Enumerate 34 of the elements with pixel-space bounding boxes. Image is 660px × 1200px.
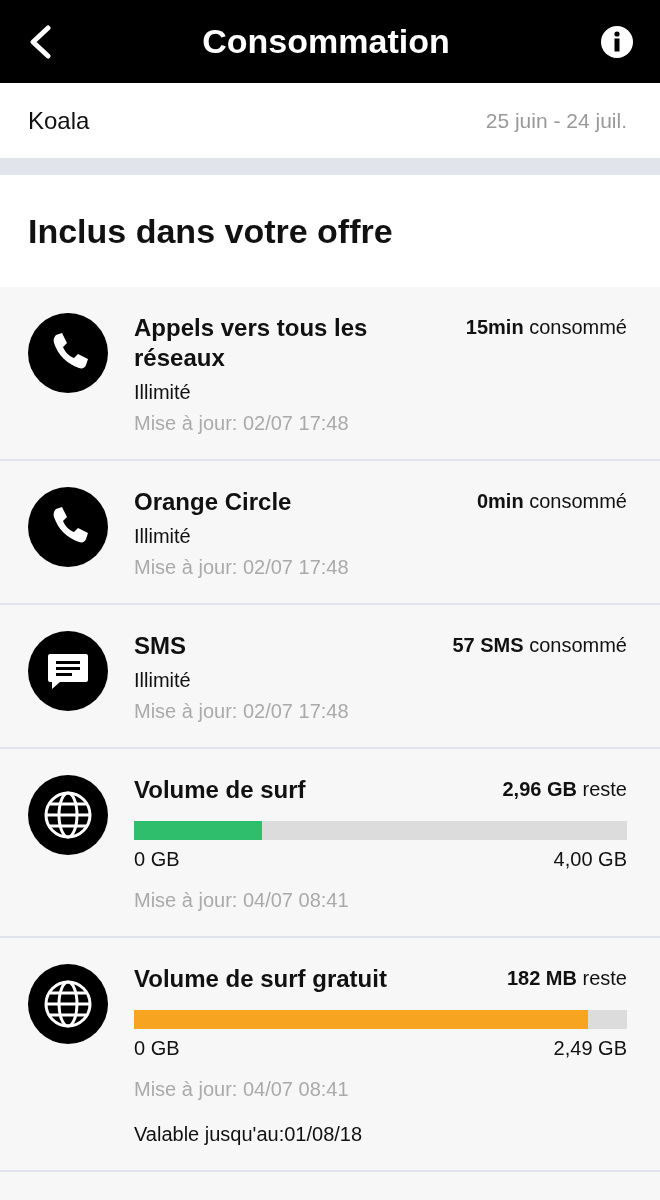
item-title: SMS bbox=[134, 631, 186, 661]
usage-amount: 57 SMS consommé bbox=[452, 633, 627, 658]
range-min: 0 GB bbox=[134, 1037, 180, 1060]
update-time: Mise à jour: 02/07 17:48 bbox=[134, 412, 350, 435]
globe-icon bbox=[28, 775, 108, 855]
update-time: Mise à jour: 02/07 17:48 bbox=[134, 700, 350, 723]
globe-icon bbox=[28, 964, 108, 1044]
phone-icon bbox=[28, 487, 108, 567]
info-button[interactable] bbox=[600, 24, 634, 59]
item-title: Volume de surf bbox=[134, 775, 306, 805]
range-min: 0 GB bbox=[134, 848, 180, 871]
usage-amount: 0min consommé bbox=[476, 489, 627, 514]
section-title: Inclus dans votre offre bbox=[28, 211, 393, 251]
account-name: Koala bbox=[28, 106, 90, 135]
phone-icon bbox=[28, 313, 108, 393]
plan-label: Illimité bbox=[134, 669, 192, 692]
update-time: Mise à jour: 04/07 08:41 bbox=[134, 1078, 350, 1101]
usage-amount: 182 MB reste bbox=[506, 966, 627, 991]
range-max: 2,49 GB bbox=[553, 1037, 627, 1060]
usage-amount: 2,96 GB reste bbox=[502, 777, 627, 802]
item-title: Volume de surf gratuit bbox=[134, 964, 387, 994]
item-title: Orange Circle bbox=[134, 487, 292, 517]
page-title: Consommation bbox=[202, 22, 450, 61]
update-time: Mise à jour: 04/07 08:41 bbox=[134, 889, 350, 912]
billing-period: 25 juin - 24 juil. bbox=[485, 108, 627, 133]
message-icon bbox=[28, 631, 108, 711]
back-button[interactable] bbox=[28, 24, 52, 59]
update-time: Mise à jour: 02/07 17:48 bbox=[134, 556, 350, 579]
plan-label: Illimité bbox=[134, 525, 192, 548]
usage-amount: 15min consommé bbox=[465, 315, 627, 340]
plan-label: Illimité bbox=[134, 381, 192, 404]
item-title: Appels vers tous les réseaux bbox=[134, 313, 369, 373]
range-max: 4,00 GB bbox=[553, 848, 627, 871]
validity-date: Valable jusqu'au:01/08/18 bbox=[134, 1123, 364, 1146]
